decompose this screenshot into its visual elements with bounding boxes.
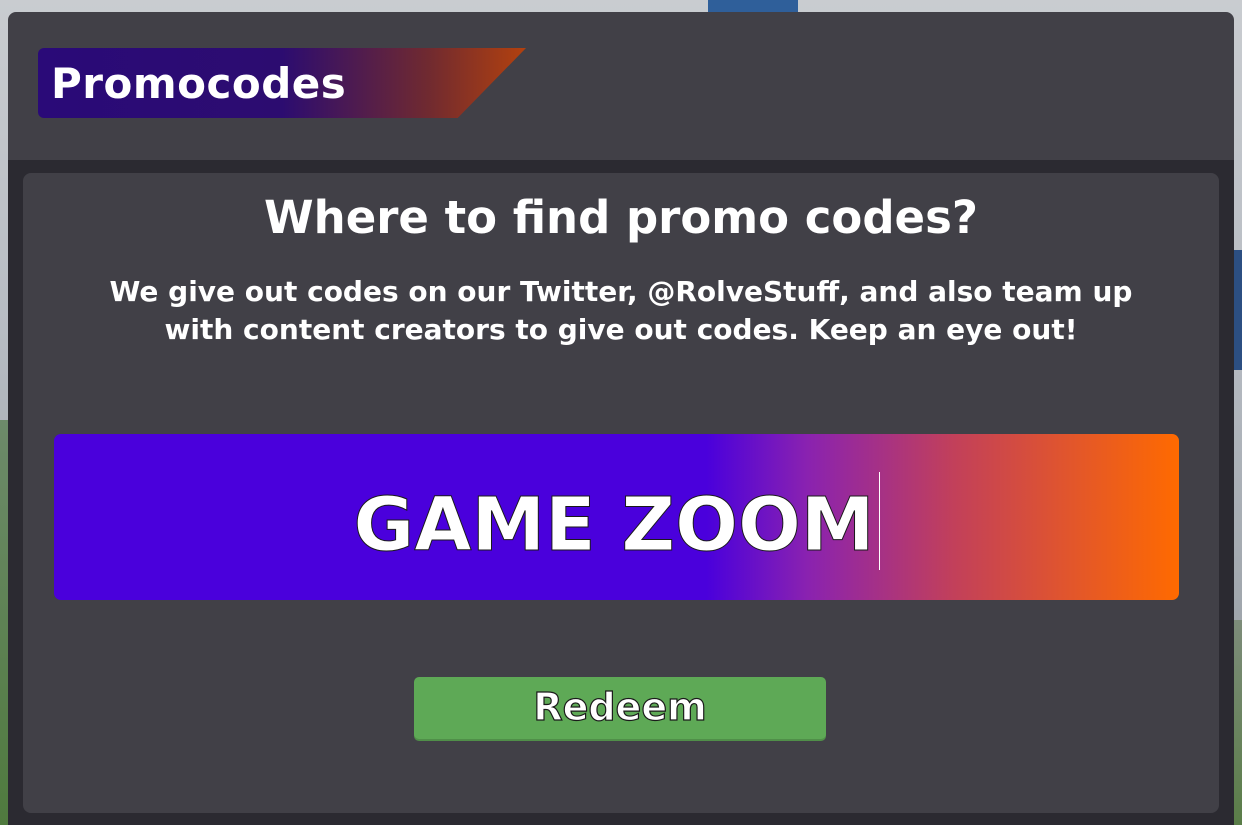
text-caret	[878, 472, 880, 570]
section-heading: Where to find promo codes?	[264, 191, 978, 244]
promocodes-window: Promocodes Where to find promo codes? We…	[8, 12, 1234, 825]
window-title-tab: Promocodes	[38, 48, 526, 118]
redeem-button-label: Redeem	[533, 684, 708, 729]
promo-code-input[interactable]: GAME ZOOM	[54, 434, 1179, 600]
promo-code-input-text[interactable]: GAME ZOOM	[54, 472, 1179, 570]
window-title: Promocodes	[51, 59, 347, 108]
section-description: We give out codes on our Twitter, @Rolve…	[109, 275, 1133, 346]
content-panel: Where to find promo codes? We give out c…	[23, 173, 1219, 813]
promo-code-value[interactable]: GAME ZOOM	[353, 482, 875, 569]
redeem-button[interactable]: Redeem	[414, 677, 826, 741]
